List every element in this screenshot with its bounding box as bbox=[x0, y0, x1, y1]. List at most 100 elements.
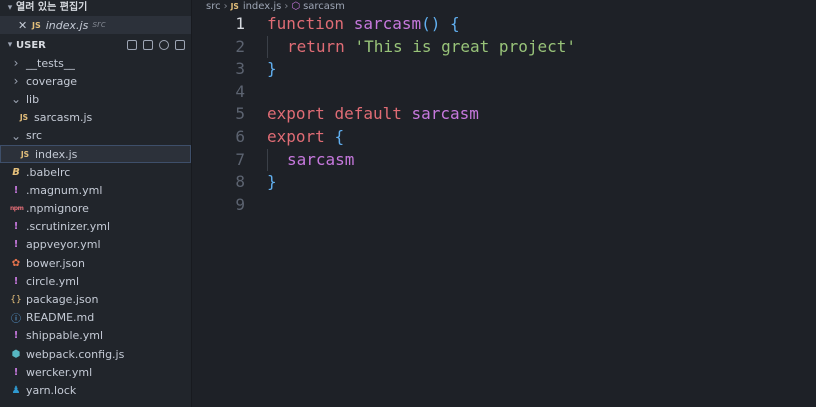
yml-icon: ! bbox=[13, 239, 19, 251]
tree-file[interactable]: ♟ yarn.lock bbox=[0, 381, 191, 399]
code-line[interactable]: 3} bbox=[192, 58, 816, 81]
refresh-icon[interactable] bbox=[159, 40, 169, 50]
file-tree: › __tests__ › coverage ⌄ lib JS sarcasm.js ⌄ src J… bbox=[0, 54, 191, 400]
tree-file[interactable]: ! .magnum.yml bbox=[0, 181, 191, 199]
code-token: export bbox=[267, 104, 335, 124]
code-token: } bbox=[267, 59, 277, 79]
tree-file[interactable]: ⬢ webpack.config.js bbox=[0, 345, 191, 363]
breadcrumb-file[interactable]: index.js bbox=[243, 0, 282, 14]
tree-folder[interactable]: › coverage bbox=[0, 72, 191, 90]
tree-file[interactable]: ✿ bower.json bbox=[0, 254, 191, 272]
open-editors-title: 열려 있는 편집기 bbox=[16, 2, 88, 13]
new-folder-icon[interactable] bbox=[143, 40, 153, 50]
tree-item-label: appveyor.yml bbox=[26, 238, 101, 252]
chevron-down-icon: ⌄ bbox=[10, 92, 22, 107]
tree-item-label: .scrutinizer.yml bbox=[26, 220, 110, 234]
babel-icon: B bbox=[12, 166, 20, 178]
chevron-down-icon: ▾ bbox=[7, 40, 13, 50]
tree-folder[interactable]: ⌄ src bbox=[0, 127, 191, 145]
line-number: 8 bbox=[235, 172, 245, 192]
code-text: } bbox=[267, 58, 277, 81]
open-editor-filename: index.js bbox=[45, 18, 89, 32]
code-line[interactable]: 7 sarcasm bbox=[192, 148, 816, 172]
code-text: return 'This is great project' bbox=[267, 35, 576, 59]
tree-file[interactable]: JS index.js bbox=[0, 144, 191, 164]
tree-file[interactable]: ! appveyor.yml bbox=[0, 236, 191, 254]
tree-item-label: .babelrc bbox=[26, 165, 71, 179]
editor-pane: src › JS index.js › ⬡ sarcasm 1 function … bbox=[192, 0, 816, 407]
yml-icon: ! bbox=[13, 275, 19, 287]
tree-file[interactable]: ! wercker.yml bbox=[0, 363, 191, 381]
line-number: 6 bbox=[235, 126, 245, 146]
line-number: 2 bbox=[235, 36, 245, 56]
tree-item-label: .magnum.yml bbox=[26, 183, 103, 197]
close-icon[interactable]: ✕ bbox=[18, 19, 32, 32]
tree-file[interactable]: ! .scrutinizer.yml bbox=[0, 218, 191, 236]
code-line[interactable]: 1 function sarcasm() { bbox=[192, 13, 816, 36]
tree-file[interactable]: JS sarcasm.js bbox=[0, 109, 191, 127]
line-number: 3 bbox=[235, 59, 245, 79]
line-number: 1 bbox=[235, 14, 245, 33]
js-file-icon: JS bbox=[230, 2, 239, 11]
code-token: () bbox=[421, 14, 451, 33]
code-line[interactable]: 4 bbox=[192, 81, 816, 104]
bower-icon: ✿ bbox=[11, 257, 21, 269]
breadcrumb-symbol[interactable]: sarcasm bbox=[303, 0, 345, 14]
tree-item-label: wercker.yml bbox=[26, 365, 93, 379]
open-editor-dir: src bbox=[92, 20, 106, 30]
tree-file[interactable]: npm .npmignore bbox=[0, 200, 191, 218]
chevron-down-icon: ▾ bbox=[7, 3, 13, 13]
code-editor[interactable]: 1 function sarcasm() {2 return 'This is gr… bbox=[192, 13, 816, 216]
tree-file[interactable]: ⓘ README.md bbox=[0, 309, 191, 327]
explorer-folder-title: USER bbox=[16, 39, 46, 51]
code-line[interactable]: 9 bbox=[192, 194, 816, 217]
yarn-icon: ♟ bbox=[11, 384, 21, 396]
code-token: sarcasm bbox=[287, 149, 355, 169]
code-line[interactable]: 8} bbox=[192, 171, 816, 194]
tree-item-label: src bbox=[26, 129, 43, 143]
tree-item-label: webpack.config.js bbox=[26, 347, 125, 361]
tree-item-label: shippable.yml bbox=[26, 329, 104, 343]
indent-guide bbox=[267, 35, 287, 59]
code-text: export { bbox=[267, 126, 344, 149]
breadcrumb-folder[interactable]: src bbox=[206, 0, 221, 14]
code-line[interactable]: 2 return 'This is great project' bbox=[192, 35, 816, 59]
tree-file[interactable]: ! circle.yml bbox=[0, 272, 191, 290]
code-token: { bbox=[334, 126, 345, 146]
tree-folder[interactable]: ⌄ lib bbox=[0, 90, 191, 108]
tree-file[interactable]: B .babelrc bbox=[0, 163, 191, 181]
open-editor-item[interactable]: ✕ JS index.js src bbox=[0, 16, 191, 34]
line-number: 7 bbox=[235, 149, 245, 169]
json-icon: {} bbox=[10, 294, 22, 305]
collapse-all-icon[interactable] bbox=[175, 40, 185, 50]
tree-item-label: lib bbox=[26, 92, 40, 106]
chevron-down-icon: ⌄ bbox=[10, 128, 22, 143]
yml-icon: ! bbox=[13, 330, 19, 342]
code-token: sarcasm bbox=[353, 14, 422, 33]
info-icon: ⓘ bbox=[11, 314, 21, 326]
tree-file[interactable]: ! shippable.yml bbox=[0, 327, 191, 345]
open-editors-header[interactable]: ▾ 열려 있는 편집기 bbox=[0, 0, 191, 16]
explorer-folder-header[interactable]: ▾ USER bbox=[0, 36, 191, 54]
cube-icon: ⬡ bbox=[291, 1, 301, 12]
code-token: sarcasm bbox=[411, 104, 479, 124]
code-token: } bbox=[267, 172, 277, 192]
tree-item-label: README.md bbox=[26, 311, 95, 325]
tree-file[interactable]: {} package.json bbox=[0, 290, 191, 308]
code-token: { bbox=[450, 14, 460, 33]
tree-item-label: yarn.lock bbox=[26, 383, 77, 397]
tree-item-label: __tests__ bbox=[26, 56, 75, 70]
code-token: function bbox=[267, 14, 354, 33]
explorer-sidebar: ▾ 열려 있는 편집기 ✕ JS index.js src ▾ USER › __… bbox=[0, 0, 192, 407]
new-file-icon[interactable] bbox=[127, 40, 137, 50]
breadcrumb: src › JS index.js › ⬡ sarcasm bbox=[192, 0, 816, 14]
yml-icon: ! bbox=[13, 221, 19, 233]
yml-icon: ! bbox=[13, 184, 19, 196]
code-line[interactable]: 5 export default sarcasm bbox=[192, 103, 816, 126]
chevron-right-icon: › bbox=[284, 1, 289, 12]
tree-item-label: sarcasm.js bbox=[34, 111, 93, 125]
code-text: function sarcasm() { bbox=[267, 13, 460, 36]
code-line[interactable]: 6 export { bbox=[192, 126, 816, 149]
tree-item-label: circle.yml bbox=[26, 274, 80, 288]
tree-folder[interactable]: › __tests__ bbox=[0, 54, 191, 72]
